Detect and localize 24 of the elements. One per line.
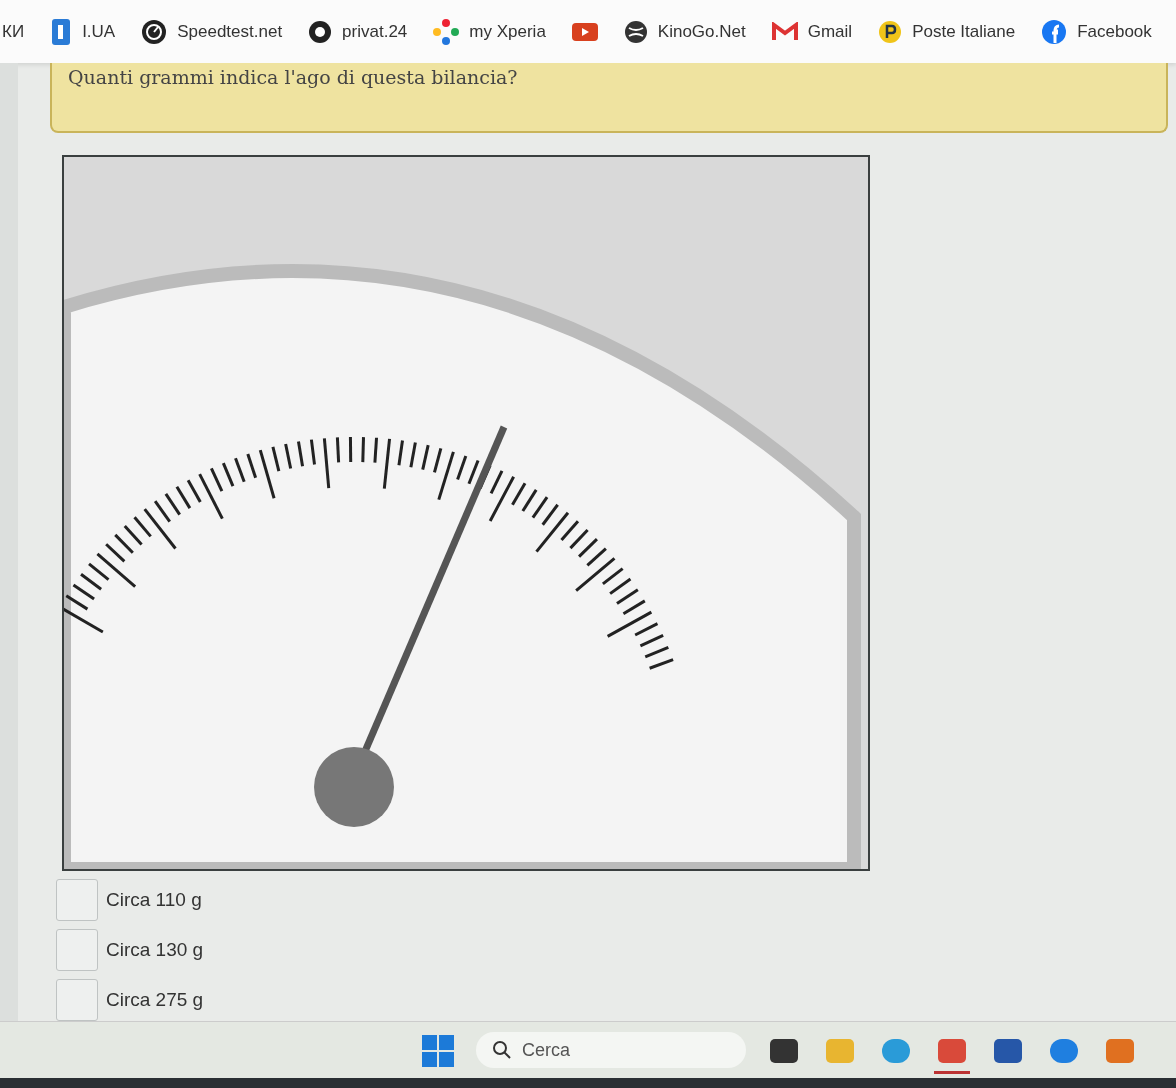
answer-label: Circa 130 g bbox=[106, 937, 204, 962]
bookmark-link[interactable]: Gmail bbox=[771, 18, 853, 45]
search-field[interactable]: Cerca bbox=[476, 1032, 746, 1069]
bookmark-link[interactable]: I.UA bbox=[50, 18, 116, 45]
bookmark-link[interactable]: Speedtest.net bbox=[141, 18, 283, 45]
answer-checkbox[interactable] bbox=[56, 979, 98, 1022]
play-icon bbox=[571, 22, 598, 41]
bookmark-link[interactable]: КИ bbox=[2, 18, 25, 45]
coin-icon bbox=[878, 19, 903, 44]
question-text: Quanti grammi indica l'ago di questa bilancia? bbox=[68, 66, 518, 89]
answer-label: Circa 275 g bbox=[106, 987, 204, 1012]
bookmark-link[interactable]: Poste Italiane bbox=[878, 18, 1016, 45]
answer-checkbox[interactable] bbox=[56, 879, 98, 922]
bookmark-link[interactable]: privat.24 bbox=[308, 18, 408, 45]
bookmark-link[interactable]: my Xperia bbox=[433, 18, 546, 45]
answer-label: Circa 110 g bbox=[106, 887, 202, 912]
answer-checkbox[interactable] bbox=[56, 929, 98, 972]
social-icon bbox=[1041, 18, 1068, 45]
gauge-icon bbox=[141, 18, 168, 45]
mail-icon bbox=[771, 21, 798, 42]
bookmark-link[interactable]: KinoGo.Net bbox=[623, 18, 746, 45]
sparkle-icon bbox=[433, 18, 460, 45]
bookmark-link[interactable]: Facebook bbox=[1041, 18, 1152, 45]
number-badge-icon bbox=[308, 19, 333, 44]
